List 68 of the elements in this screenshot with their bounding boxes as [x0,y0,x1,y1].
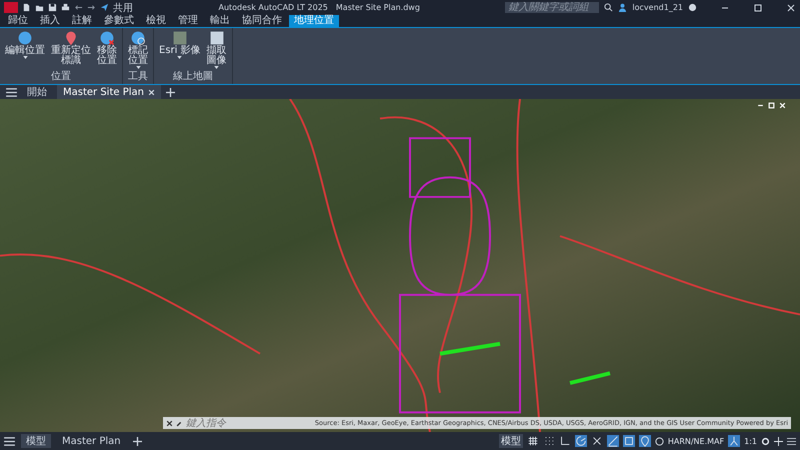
plus-icon[interactable] [132,436,143,446]
snap-icon[interactable] [542,435,555,447]
plus-icon[interactable] [164,88,176,96]
caret-icon [22,56,28,59]
new-file-icon[interactable] [22,3,31,12]
geolocation-icon[interactable] [638,435,651,447]
ribbon-button[interactable]: 移除位置 [95,29,119,71]
minimize-icon[interactable] [757,102,764,109]
ribbon-tab[interactable]: 歸位 [3,15,33,27]
imagery-icon [172,30,188,46]
coordinate-system[interactable]: HARN/NE.MAF [668,436,724,446]
polar-icon[interactable] [574,435,587,447]
model-space-button[interactable]: 模型 [498,434,523,448]
document-tab[interactable]: 開始 [21,85,53,99]
save-icon[interactable] [48,3,57,12]
ribbon-button[interactable]: 擷取圖像 [204,29,229,71]
ribbon-tab[interactable]: 插入 [35,15,65,27]
ribbon-button[interactable]: 編輯位置 [3,29,47,71]
restore-icon[interactable] [768,102,775,109]
annotation-scale[interactable]: 1:1 [744,436,757,446]
ribbon-button[interactable]: 標記位置 [126,29,150,71]
caret-icon [177,56,182,59]
pin-icon [63,30,79,46]
document-tab[interactable]: Master Site Plan [57,85,161,99]
grid-icon[interactable] [526,435,539,447]
annotation-visibility-icon[interactable] [728,435,740,447]
share-icon [100,3,109,12]
selection-icon[interactable] [622,435,635,447]
ribbon-tab[interactable]: 協同合作 [237,15,287,27]
user-name[interactable]: locvend1_21 [632,3,683,12]
isodraft-icon[interactable] [590,435,603,447]
redo-icon[interactable] [87,3,96,12]
folder-icon[interactable] [35,3,44,12]
layout-tab[interactable]: 模型 [21,434,51,448]
caret-icon [136,66,140,69]
layout-tab[interactable]: Master Plan [57,436,126,446]
ribbon-button[interactable]: 重新定位標識 [49,29,93,71]
lineweight-icon[interactable] [606,435,619,447]
menu-icon[interactable] [6,88,17,96]
ribbon-tab[interactable]: 參數式 [99,15,139,27]
wrench-icon[interactable] [176,420,183,426]
user-icon [618,3,628,12]
ribbon-tab[interactable]: 輸出 [205,15,235,27]
panel-title: 位置 [50,71,72,84]
share-button[interactable]: 共用 [113,0,133,14]
undo-icon[interactable] [74,3,83,12]
ribbon-tab[interactable]: 檢視 [141,15,171,27]
file-name: Master Site Plan.dwg [336,3,420,12]
ribbon-tab[interactable]: 管理 [173,15,203,27]
menu-icon[interactable] [787,436,796,446]
capture-icon [208,30,225,46]
menu-icon[interactable] [4,436,15,446]
ribbon-tab[interactable]: 註解 [67,15,97,27]
panel-title: 線上地圖 [172,71,214,84]
mark-icon [130,30,146,46]
panel-title: 工具 [127,71,149,84]
command-line-field[interactable]: 鍵入指令 [186,418,266,428]
caret-icon [214,66,220,69]
search-icon[interactable] [604,3,614,12]
ortho-icon[interactable] [558,435,571,447]
remove-icon [99,30,115,46]
ribbon-button[interactable]: Esri 影像 [157,29,203,71]
plus-icon[interactable] [774,436,783,446]
ribbon-tab[interactable]: 地理位置 [289,15,339,27]
maximize-icon[interactable] [753,2,763,12]
close-icon[interactable] [166,420,173,426]
app-title: Autodesk AutoCAD LT 2025 [218,3,328,12]
print-icon[interactable] [61,3,70,12]
